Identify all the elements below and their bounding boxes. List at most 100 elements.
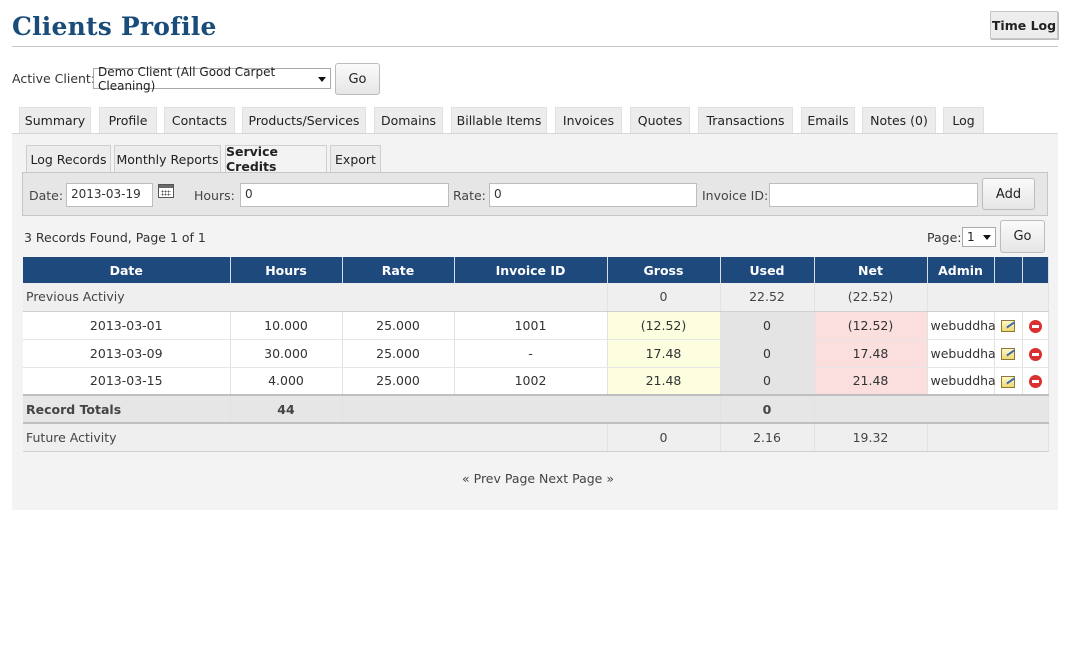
previous-used: 22.52 xyxy=(720,283,815,312)
page-go-button[interactable]: Go xyxy=(1000,220,1045,253)
row-used: 0 xyxy=(720,339,815,368)
active-client-value: Demo Client (All Good Carpet Cleaning) xyxy=(98,64,276,93)
tab-quotes[interactable]: Quotes xyxy=(630,107,690,133)
calendar-icon[interactable] xyxy=(158,184,174,198)
row-admin: webuddha xyxy=(927,367,996,396)
row-used: 0 xyxy=(720,367,815,396)
delete-icon[interactable] xyxy=(1028,347,1042,361)
column-header-delete xyxy=(1022,257,1049,283)
edit-icon[interactable] xyxy=(1001,320,1015,332)
tab-domains[interactable]: Domains xyxy=(374,107,443,133)
tab-profile[interactable]: Profile xyxy=(99,107,157,133)
tab-invoices[interactable]: Invoices xyxy=(555,107,622,133)
invoice-id-label: Invoice ID: xyxy=(702,188,769,203)
row-edit-cell xyxy=(994,339,1023,368)
row-net: (12.52) xyxy=(814,311,928,340)
row-date: 2013-03-01 xyxy=(23,311,231,340)
client-go-button[interactable]: Go xyxy=(335,63,380,95)
tab-summary[interactable]: Summary xyxy=(19,107,91,133)
page-title: Clients Profile xyxy=(12,12,217,41)
time-log-button[interactable]: Time Log xyxy=(990,11,1058,39)
row-admin: webuddha xyxy=(927,311,996,340)
next-page-link[interactable]: Next Page » xyxy=(539,471,614,486)
tab-products-services[interactable]: Products/Services xyxy=(242,107,366,133)
record-totals-used: 0 xyxy=(720,394,815,424)
future-net: 19.32 xyxy=(814,423,928,452)
table-row: 2013-03-01 10.000 25.000 1001 (12.52) 0 … xyxy=(23,311,1049,340)
previous-net: (22.52) xyxy=(814,283,928,312)
column-header-date[interactable]: Date xyxy=(23,257,231,283)
records-summary: 3 Records Found, Page 1 of 1 xyxy=(24,230,206,245)
active-client-label: Active Client: xyxy=(12,71,96,86)
row-rate: 25.000 xyxy=(342,367,455,396)
date-input[interactable]: 2013-03-19 xyxy=(66,183,153,207)
page-label: Page: xyxy=(927,230,962,245)
subtab-export[interactable]: Export xyxy=(330,145,381,172)
record-totals-label: Record Totals xyxy=(23,394,231,424)
row-date: 2013-03-15 xyxy=(23,367,231,396)
active-client-select[interactable]: Demo Client (All Good Carpet Cleaning) xyxy=(93,65,331,93)
table-row: 2013-03-15 4.000 25.000 1002 21.48 0 21.… xyxy=(23,367,1049,396)
row-gross: (12.52) xyxy=(607,311,721,340)
edit-icon[interactable] xyxy=(1001,348,1015,360)
row-edit-cell xyxy=(994,311,1023,340)
previous-gross: 0 xyxy=(607,283,721,312)
subtab-monthly-reports[interactable]: Monthly Reports xyxy=(114,145,221,172)
future-gross: 0 xyxy=(607,423,721,452)
subtab-service-credits[interactable]: Service Credits xyxy=(225,144,327,174)
column-header-net[interactable]: Net xyxy=(814,257,928,283)
row-net: 21.48 xyxy=(814,367,928,396)
row-admin: webuddha xyxy=(927,339,996,368)
row-hours: 30.000 xyxy=(230,339,343,368)
column-header-used[interactable]: Used xyxy=(720,257,815,283)
previous-activity-label: Previous Activiy xyxy=(23,283,608,312)
row-used: 0 xyxy=(720,311,815,340)
row-delete-cell xyxy=(1022,367,1049,396)
row-gross: 17.48 xyxy=(607,339,721,368)
subtab-log-records[interactable]: Log Records xyxy=(26,145,111,172)
page-select-value: 1 xyxy=(967,230,975,244)
record-totals-empty xyxy=(342,394,721,424)
title-divider xyxy=(12,46,1058,47)
row-date: 2013-03-09 xyxy=(23,339,231,368)
row-rate: 25.000 xyxy=(342,311,455,340)
future-admin-empty xyxy=(927,423,1049,452)
row-net: 17.48 xyxy=(814,339,928,368)
table-row: 2013-03-09 30.000 25.000 - 17.48 0 17.48… xyxy=(23,339,1049,368)
column-header-rate[interactable]: Rate xyxy=(342,257,455,283)
tab-emails[interactable]: Emails xyxy=(801,107,855,133)
future-activity-row: Future Activity 0 2.16 19.32 xyxy=(23,423,1049,452)
tab-transactions[interactable]: Transactions xyxy=(698,107,793,133)
rate-label: Rate: xyxy=(453,188,486,203)
row-delete-cell xyxy=(1022,339,1049,368)
edit-icon[interactable] xyxy=(1001,375,1015,388)
tab-log[interactable]: Log xyxy=(943,107,984,133)
tab-contacts[interactable]: Contacts xyxy=(164,107,235,133)
column-header-invoice-id[interactable]: Invoice ID xyxy=(454,257,608,283)
column-header-gross[interactable]: Gross xyxy=(607,257,721,283)
future-used: 2.16 xyxy=(720,423,815,452)
previous-activity-row: Previous Activiy 0 22.52 (22.52) xyxy=(23,283,1049,312)
add-button[interactable]: Add xyxy=(982,178,1035,210)
delete-icon[interactable] xyxy=(1028,319,1042,333)
invoice-id-input[interactable] xyxy=(769,183,978,207)
record-totals-hours: 44 xyxy=(230,394,343,424)
prev-page-link[interactable]: « Prev Page xyxy=(462,471,535,486)
row-invoice-id: - xyxy=(454,339,608,368)
row-hours: 4.000 xyxy=(230,367,343,396)
tab-notes[interactable]: Notes (0) xyxy=(862,107,936,133)
record-totals-trailing xyxy=(814,394,1049,424)
delete-icon[interactable] xyxy=(1028,375,1042,389)
page-select[interactable]: 1 xyxy=(962,227,996,247)
chevron-down-icon xyxy=(983,235,991,240)
rate-input[interactable]: 0 xyxy=(489,183,697,207)
column-header-hours[interactable]: Hours xyxy=(230,257,343,283)
table-header-row: Date Hours Rate Invoice ID Gross Used Ne… xyxy=(23,257,1049,283)
service-credits-table: Date Hours Rate Invoice ID Gross Used Ne… xyxy=(23,257,1049,452)
hours-label: Hours: xyxy=(194,188,235,203)
column-header-admin: Admin xyxy=(927,257,995,283)
hours-input[interactable]: 0 xyxy=(240,183,449,207)
tab-billable-items[interactable]: Billable Items xyxy=(451,107,547,133)
row-edit-cell xyxy=(994,367,1023,396)
row-hours: 10.000 xyxy=(230,311,343,340)
